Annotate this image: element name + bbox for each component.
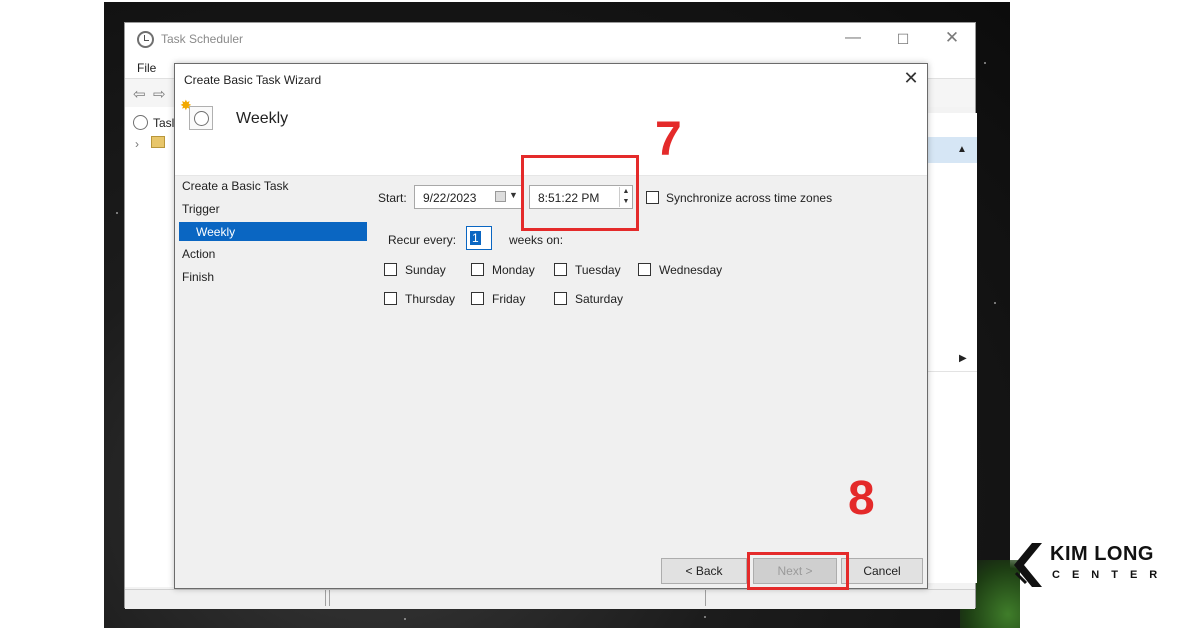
- friday-checkbox[interactable]: [471, 292, 484, 305]
- maximize-button[interactable]: ☐: [888, 31, 918, 48]
- logo-k-mark-icon: [1014, 543, 1042, 587]
- actions-pane-header[interactable]: [927, 137, 977, 163]
- sync-time-zones-checkbox[interactable]: [646, 191, 659, 204]
- wizard-steps: Create a Basic Task Trigger Weekly Actio…: [175, 176, 371, 566]
- cancel-button[interactable]: Cancel: [841, 558, 923, 584]
- step-create-basic-task[interactable]: Create a Basic Task: [182, 179, 289, 193]
- page-title: Weekly: [236, 110, 289, 127]
- status-divider: [705, 590, 706, 606]
- saturday-checkbox[interactable]: [554, 292, 567, 305]
- clock-icon: [194, 111, 209, 126]
- thursday-label: Thursday: [405, 292, 456, 306]
- monday-checkbox[interactable]: [471, 263, 484, 276]
- back-button[interactable]: < Back: [661, 558, 747, 584]
- expand-right-icon[interactable]: ▶: [959, 353, 967, 364]
- friday-label: Friday: [492, 292, 526, 306]
- annotation-step-8: 8: [848, 472, 875, 525]
- recur-weeks-input[interactable]: 1: [466, 226, 492, 250]
- chevron-right-icon[interactable]: ›: [135, 137, 139, 151]
- navigation-tree: Tasl ›: [125, 107, 175, 587]
- wizard-title-bar: Create Basic Task Wizard ✕: [175, 64, 927, 94]
- recur-every-label: Recur every:: [388, 233, 457, 247]
- screenshot-stage: Task Scheduler — ☐ ✕ File ⇦ ⇨ Tasl › ▲ ▶: [0, 0, 1200, 628]
- annotation-step-7: 7: [655, 113, 682, 166]
- close-button[interactable]: ✕: [937, 28, 967, 48]
- start-date-value: 9/22/2023: [423, 191, 477, 205]
- step-action[interactable]: Action: [182, 247, 215, 261]
- saturday-label: Saturday: [575, 292, 624, 306]
- tuesday-label: Tuesday: [575, 263, 621, 277]
- tree-item-label[interactable]: Tasl: [153, 116, 174, 130]
- forward-arrow-icon[interactable]: ⇨: [153, 85, 166, 103]
- kim-long-center-logo: KIM LONG CENTER: [1010, 535, 1200, 595]
- start-date-picker[interactable]: 9/22/2023 ▼: [414, 185, 522, 209]
- step-trigger[interactable]: Trigger: [182, 202, 220, 216]
- folder-icon: [151, 136, 165, 148]
- highlight-box-time: [521, 155, 639, 231]
- title-bar: Task Scheduler — ☐ ✕: [125, 23, 975, 57]
- status-bar: [125, 589, 975, 609]
- step-weekly[interactable]: Weekly: [179, 222, 367, 241]
- wizard-close-button[interactable]: ✕: [899, 68, 923, 89]
- sunday-checkbox[interactable]: [384, 263, 397, 276]
- logo-subtitle: CENTER: [1052, 569, 1170, 581]
- chevron-down-icon[interactable]: ▼: [509, 190, 518, 200]
- wizard-title: Create Basic Task Wizard: [184, 73, 322, 87]
- actions-pane: ▲ ▶: [927, 113, 977, 583]
- wednesday-checkbox[interactable]: [638, 263, 651, 276]
- create-basic-task-wizard: Create Basic Task Wizard ✕ ✸ Weekly Crea…: [174, 63, 928, 589]
- thursday-checkbox[interactable]: [384, 292, 397, 305]
- start-label: Start:: [378, 191, 407, 205]
- monday-label: Monday: [492, 263, 535, 277]
- minimize-button[interactable]: —: [838, 29, 868, 47]
- calendar-icon[interactable]: [495, 191, 506, 202]
- clock-icon: [133, 115, 148, 130]
- wednesday-label: Wednesday: [659, 263, 723, 277]
- task-clock-icon: [189, 106, 213, 130]
- highlight-box-next: [747, 552, 849, 590]
- logo-name: KIM LONG: [1050, 543, 1154, 565]
- menu-file[interactable]: File: [137, 61, 156, 75]
- step-finish[interactable]: Finish: [182, 270, 214, 284]
- back-arrow-icon[interactable]: ⇦: [133, 85, 146, 103]
- status-divider: [325, 590, 326, 606]
- weeks-on-label: weeks on:: [509, 233, 564, 247]
- window-title: Task Scheduler: [161, 32, 244, 46]
- wizard-content: Start: 9/22/2023 ▼ 8:51:22 PM ▲ ▼ Synchro…: [371, 176, 927, 566]
- sync-time-zones-label: Synchronize across time zones: [666, 191, 833, 205]
- sparkle-icon: ✸: [180, 97, 192, 113]
- tuesday-checkbox[interactable]: [554, 263, 567, 276]
- clock-icon: [137, 31, 154, 48]
- recur-weeks-value: 1: [470, 231, 481, 245]
- status-divider: [329, 590, 330, 606]
- divider: [927, 371, 977, 372]
- sunday-label: Sunday: [405, 263, 446, 277]
- collapse-up-icon[interactable]: ▲: [957, 144, 967, 155]
